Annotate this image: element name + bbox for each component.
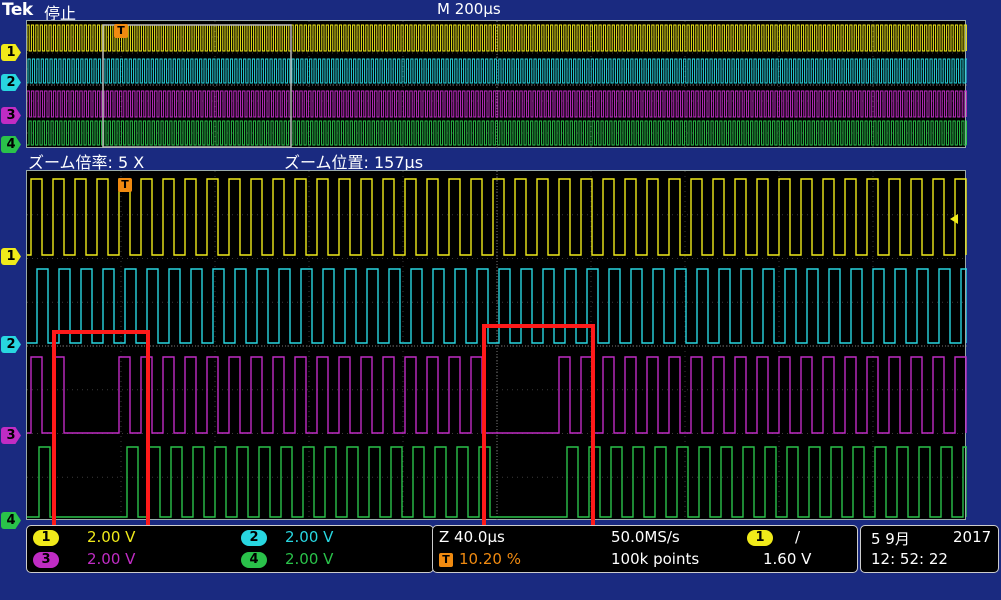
zoom-scale: Z 40.0µs [439, 528, 505, 546]
ch4-badge[interactable]: 4 [241, 552, 267, 568]
sample-rate: 50.0MS/s [611, 528, 680, 546]
status-bar: Tek 停止 M 200µs [0, 0, 1001, 23]
ch2-scale: 2.00 V [285, 528, 334, 546]
overview-waveform[interactable] [26, 20, 967, 149]
trigger-level-arrow[interactable] [950, 214, 958, 224]
ch4-scale: 2.00 V [285, 550, 334, 568]
record-length: 100k points [611, 550, 700, 568]
trigger-position-value: 10.20 % [459, 550, 521, 568]
highlight-box-right [482, 324, 595, 545]
ch2-badge[interactable]: 2 [241, 530, 267, 546]
year-label: 2017 [953, 528, 992, 546]
trigger-position-zoom[interactable]: T [118, 178, 132, 192]
trigger-slope-icon: / [795, 528, 801, 546]
ch3-scale: 2.00 V [87, 550, 136, 568]
clock-readout: 5 9月 2017 12: 52: 22 [860, 525, 999, 573]
trigger-source-badge[interactable]: 1 [747, 530, 773, 546]
ch1-overview-trace [27, 24, 967, 52]
overview-traces [27, 21, 967, 149]
brand-logo: Tek [2, 0, 33, 20]
ch3-overview-trace [27, 90, 967, 118]
ch2-overview-trace [27, 58, 967, 84]
ch1-badge[interactable]: 1 [33, 530, 59, 546]
trigger-position-overview[interactable]: T [114, 24, 128, 38]
ch1-scale: 2.00 V [87, 528, 136, 546]
channel-readout: 1 2.00 V 2 2.00 V 3 2.00 V 4 2.00 V [26, 525, 434, 573]
highlight-box-left [52, 330, 150, 545]
acquisition-readout: Z 40.0µs T 10.20 % 50.0MS/s 100k points … [432, 525, 858, 573]
timebase-label: M 200µs [437, 0, 501, 18]
trigger-position-icon: T [439, 553, 453, 567]
date-label: 5 9月 [871, 530, 910, 548]
time-label: 12: 52: 22 [871, 550, 948, 568]
ch3-badge[interactable]: 3 [33, 552, 59, 568]
trigger-level: 1.60 V [763, 550, 812, 568]
